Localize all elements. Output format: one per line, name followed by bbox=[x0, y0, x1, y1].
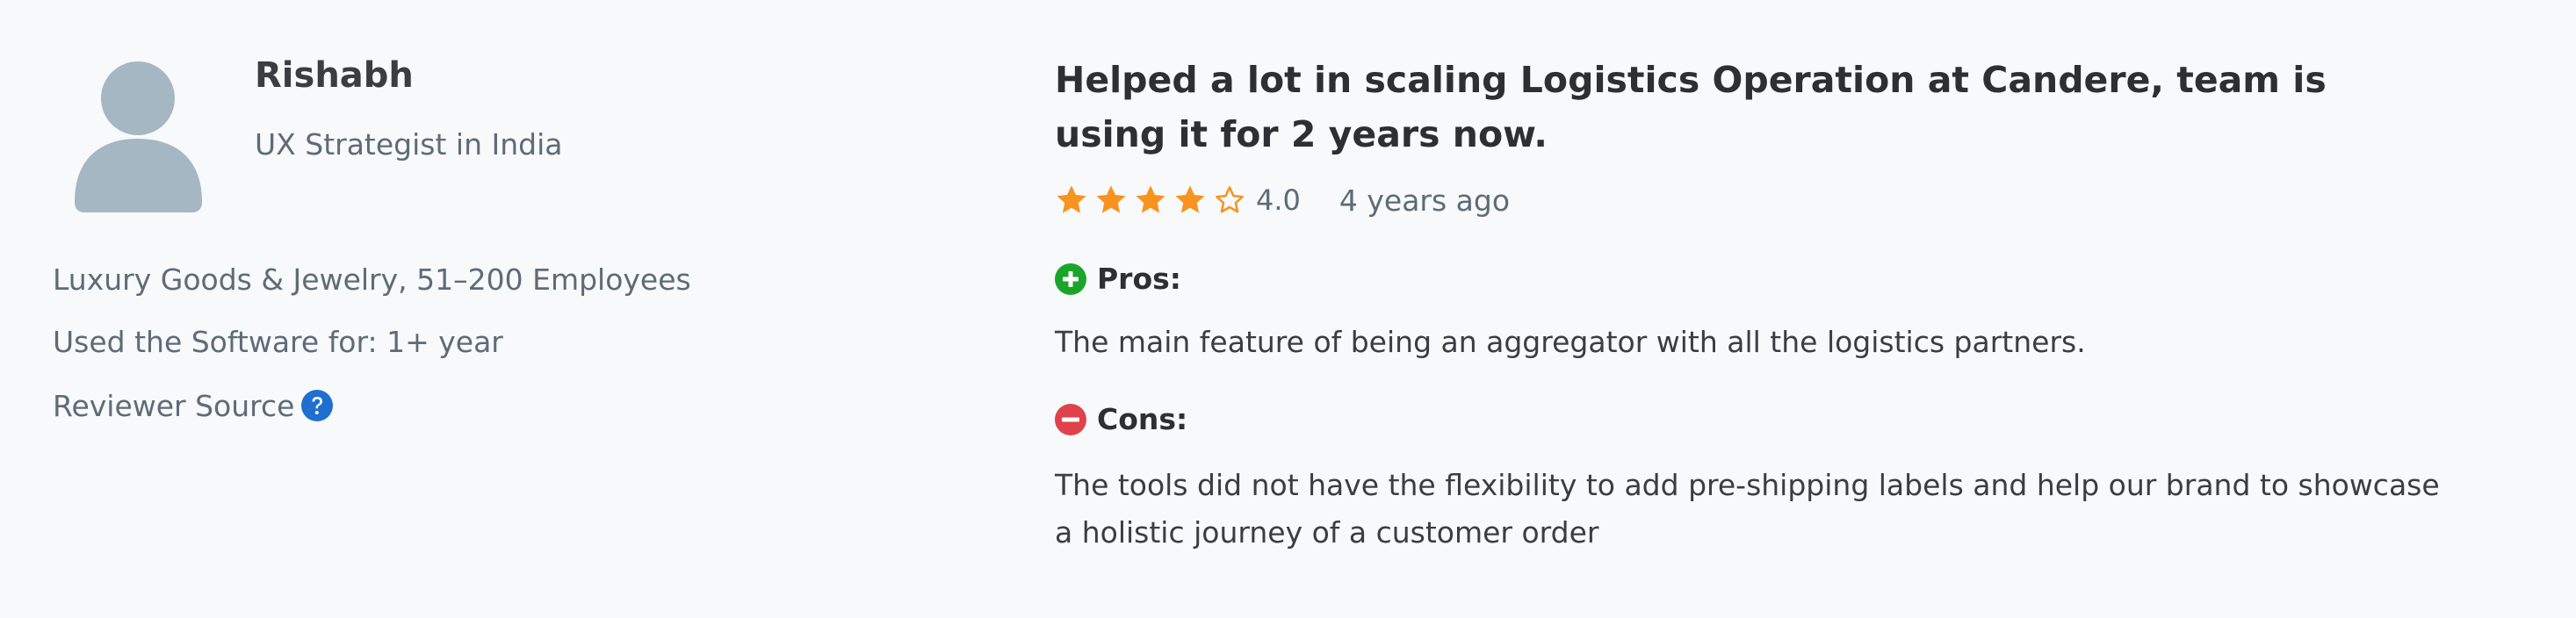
review-title: Helped a lot in scaling Logistics Operat… bbox=[1055, 59, 2327, 155]
rating-value: 4.0 bbox=[1256, 183, 1301, 217]
star-filled-icon bbox=[1096, 185, 1126, 213]
cons-label: Cons: bbox=[1097, 402, 1188, 436]
reviewer-source-label: Reviewer Source bbox=[53, 388, 295, 423]
reviewer-name: Rishabh bbox=[255, 55, 414, 96]
cons-text: The tools did not have the flexibility t… bbox=[1055, 468, 2440, 550]
review-time: 4 years ago bbox=[1339, 183, 1511, 218]
user-silhouette-icon bbox=[75, 61, 202, 212]
minus-circle-icon bbox=[1055, 403, 1086, 435]
review-card: Rishabh UX Strategist in India Luxury Go… bbox=[0, 0, 2576, 618]
pros-text: The main feature of being an aggregator … bbox=[1055, 325, 2086, 359]
pros-label: Pros: bbox=[1097, 262, 1181, 296]
star-filled-icon bbox=[1136, 185, 1165, 213]
reviewer-role: UX Strategist in India bbox=[255, 127, 563, 162]
cons-heading: Cons: bbox=[1055, 402, 1187, 436]
pros-heading: Pros: bbox=[1055, 262, 1181, 296]
star-filled-icon bbox=[1057, 185, 1086, 213]
reviewer-industry: Luxury Goods & Jewelry, 51–200 Employees bbox=[53, 262, 691, 297]
star-rating bbox=[1055, 183, 1252, 217]
plus-circle-icon bbox=[1055, 262, 1086, 295]
reviewer-source: Reviewer Source bbox=[53, 388, 334, 423]
star-filled-icon bbox=[1175, 185, 1205, 213]
rating-row: 4.0 4 years ago bbox=[1055, 181, 1510, 219]
reviewer-usage-duration: Used the Software for: 1+ year bbox=[53, 325, 503, 359]
question-circle-icon[interactable] bbox=[301, 390, 334, 421]
star-empty-icon bbox=[1216, 186, 1244, 213]
